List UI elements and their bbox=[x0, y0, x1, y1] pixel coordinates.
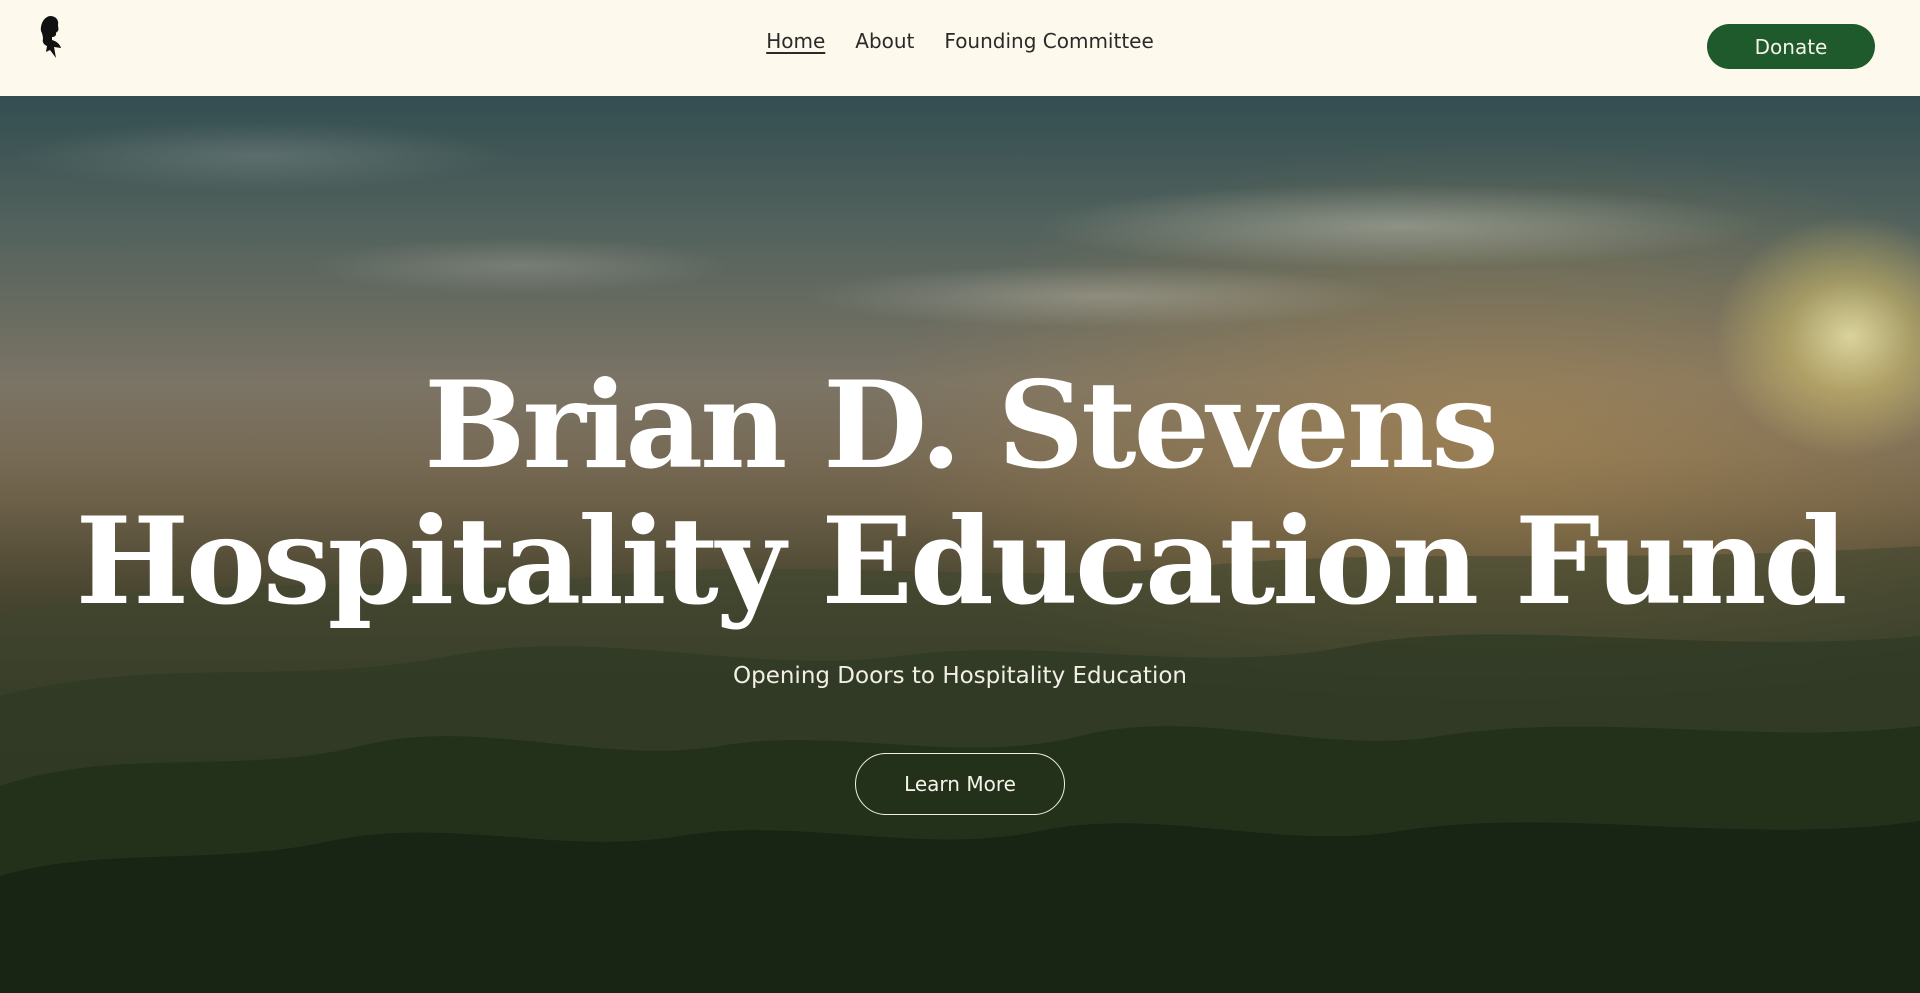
main-nav: Home About Founding Committee bbox=[0, 26, 1920, 56]
hero-subtitle: Opening Doors to Hospitality Education bbox=[733, 663, 1187, 689]
nav-item-founding-committee[interactable]: Founding Committee bbox=[944, 26, 1153, 56]
hero-title: Brian D. Stevens Hospitality Education F… bbox=[0, 358, 1920, 630]
donate-button[interactable]: Donate bbox=[1707, 24, 1875, 69]
hero-title-line-1: Brian D. Stevens bbox=[424, 355, 1499, 496]
hero-section: Brian D. Stevens Hospitality Education F… bbox=[0, 96, 1920, 993]
hero-title-line-2: Hospitality Education Fund bbox=[75, 491, 1848, 632]
site-header: Home About Founding Committee Donate bbox=[0, 0, 1920, 96]
nav-item-about[interactable]: About bbox=[855, 26, 914, 56]
nav-item-home[interactable]: Home bbox=[766, 26, 825, 56]
learn-more-button[interactable]: Learn More bbox=[855, 753, 1065, 815]
